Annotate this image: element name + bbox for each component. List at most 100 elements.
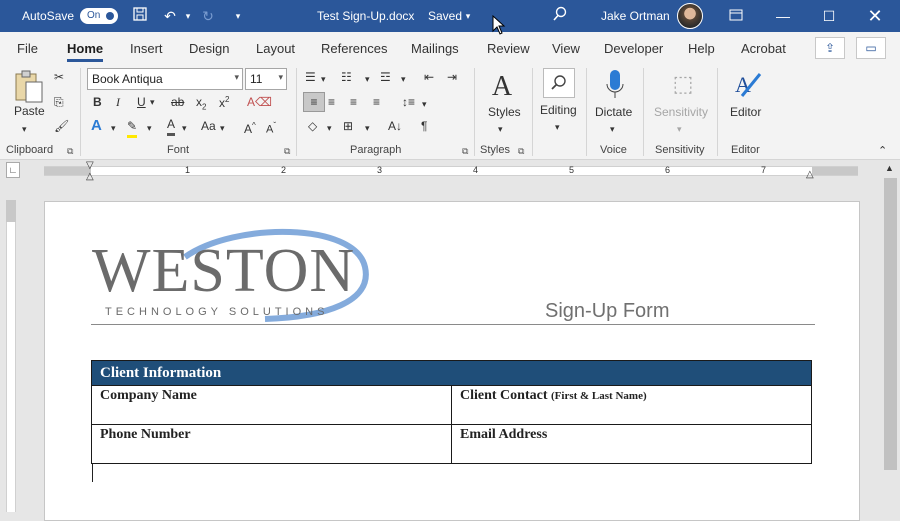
- maximize-icon[interactable]: ☐: [806, 0, 852, 32]
- avatar[interactable]: [677, 3, 703, 29]
- document-page[interactable]: WESTON TECHNOLOGY SOLUTIONS Sign-Up Form…: [44, 201, 860, 521]
- client-contact-cell[interactable]: Client Contact (First & Last Name): [451, 385, 812, 425]
- editor-icon[interactable]: A: [731, 68, 763, 100]
- align-right-icon[interactable]: ≡: [350, 93, 357, 111]
- cut-icon[interactable]: ✂: [54, 68, 64, 86]
- tab-mailings[interactable]: Mailings: [411, 41, 459, 56]
- clipboard-launcher-icon[interactable]: ⧉: [67, 146, 77, 156]
- scroll-up-icon[interactable]: ▲: [885, 162, 894, 174]
- increase-indent-icon[interactable]: ⇥: [447, 68, 457, 86]
- table-header[interactable]: Client Information: [91, 360, 812, 386]
- tab-review[interactable]: Review: [487, 41, 530, 56]
- sort-icon[interactable]: A↓: [388, 117, 402, 135]
- multilevel-list-icon[interactable]: ☲: [380, 68, 391, 86]
- multilevel-dropdown-icon[interactable]: ▾: [401, 70, 406, 88]
- save-status[interactable]: Saved: [428, 9, 462, 23]
- search-icon[interactable]: [550, 6, 570, 26]
- paste-button[interactable]: Paste: [14, 104, 45, 118]
- underline-icon[interactable]: U: [137, 93, 146, 111]
- tab-acrobat[interactable]: Acrobat: [741, 41, 786, 56]
- format-painter-icon[interactable]: 🖌: [54, 117, 69, 135]
- document-title[interactable]: Test Sign-Up.docx: [317, 9, 414, 23]
- subscript-icon[interactable]: x2: [196, 93, 206, 116]
- title-dropdown-icon[interactable]: ▾: [458, 6, 478, 26]
- borders-icon[interactable]: ⊞: [343, 117, 353, 135]
- dictate-button[interactable]: Dictate: [595, 105, 632, 119]
- comments-button[interactable]: ▭: [856, 37, 886, 59]
- justify-icon[interactable]: ≡: [373, 93, 380, 111]
- editing-button[interactable]: Editing: [540, 103, 577, 117]
- form-title[interactable]: Sign-Up Form: [545, 300, 669, 323]
- ribbon-display-icon[interactable]: [726, 6, 746, 26]
- styles-dropdown-icon[interactable]: ▾: [498, 120, 503, 138]
- highlight-dropdown-icon[interactable]: ▾: [147, 119, 152, 137]
- numbering-dropdown-icon[interactable]: ▾: [365, 70, 370, 88]
- editing-icon[interactable]: [543, 68, 575, 98]
- undo-dropdown-icon[interactable]: ▾: [178, 6, 198, 26]
- font-size-combo[interactable]: 11 ▾: [245, 68, 287, 90]
- change-case-dropdown-icon[interactable]: ▾: [220, 119, 225, 137]
- tab-view[interactable]: View: [552, 41, 580, 56]
- tab-insert[interactable]: Insert: [130, 41, 163, 56]
- paragraph-launcher-icon[interactable]: ⧉: [462, 146, 472, 156]
- tab-layout[interactable]: Layout: [256, 41, 295, 56]
- hanging-indent-marker[interactable]: △: [86, 171, 94, 183]
- shading-dropdown-icon[interactable]: ▾: [327, 119, 332, 137]
- scrollbar-thumb[interactable]: [884, 178, 897, 470]
- share-button[interactable]: ⇪: [815, 37, 845, 59]
- close-icon[interactable]: ✕: [852, 0, 898, 32]
- show-marks-icon[interactable]: ¶: [421, 117, 427, 135]
- autosave-toggle[interactable]: On: [80, 8, 118, 24]
- tab-developer[interactable]: Developer: [604, 41, 663, 56]
- shrink-font-icon[interactable]: Aˇ: [266, 117, 276, 139]
- paste-dropdown-icon[interactable]: ▾: [22, 120, 27, 138]
- right-indent-marker[interactable]: △: [806, 169, 814, 181]
- bold-icon[interactable]: B: [93, 93, 102, 111]
- tab-home[interactable]: Home: [67, 41, 104, 62]
- superscript-icon[interactable]: x2: [219, 91, 229, 112]
- vertical-scrollbar[interactable]: ▲: [882, 160, 900, 512]
- company-name-cell[interactable]: Company Name: [91, 385, 452, 425]
- dictate-dropdown-icon[interactable]: ▾: [610, 120, 615, 138]
- styles-button[interactable]: Styles: [488, 105, 521, 119]
- line-spacing-dropdown-icon[interactable]: ▾: [422, 95, 427, 113]
- paste-icon[interactable]: [12, 70, 46, 104]
- change-case-icon[interactable]: Aa: [201, 117, 216, 135]
- ruler-bar[interactable]: 1 2 3 4 5 6 7: [44, 165, 858, 176]
- borders-dropdown-icon[interactable]: ▾: [365, 119, 370, 137]
- text-effects-icon[interactable]: A: [91, 117, 102, 135]
- vertical-ruler-bar[interactable]: [6, 200, 16, 512]
- strikethrough-icon[interactable]: ab: [171, 93, 184, 111]
- bullets-dropdown-icon[interactable]: ▾: [321, 70, 326, 88]
- decrease-indent-icon[interactable]: ⇤: [424, 68, 434, 86]
- font-color-dropdown-icon[interactable]: ▾: [182, 119, 187, 137]
- highlight-icon[interactable]: ✎: [127, 117, 138, 138]
- tab-file[interactable]: File: [17, 41, 38, 56]
- editor-button[interactable]: Editor: [730, 105, 761, 119]
- email-address-cell[interactable]: Email Address: [451, 424, 812, 464]
- phone-number-cell[interactable]: Phone Number: [91, 424, 452, 464]
- italic-icon[interactable]: I: [116, 93, 120, 111]
- redo-icon[interactable]: ↻: [198, 6, 218, 26]
- tab-help[interactable]: Help: [688, 41, 715, 56]
- minimize-icon[interactable]: —: [760, 0, 806, 32]
- user-name[interactable]: Jake Ortman: [601, 9, 670, 23]
- customize-toolbar-icon[interactable]: ▾: [228, 6, 248, 26]
- align-left-icon[interactable]: ≡: [303, 92, 325, 112]
- copy-icon[interactable]: ⎘: [54, 93, 64, 111]
- microphone-icon[interactable]: [604, 68, 626, 100]
- line-spacing-icon[interactable]: ↕≡: [402, 93, 415, 111]
- client-info-table[interactable]: Client Information Company Name Client C…: [91, 360, 812, 464]
- editing-dropdown-icon[interactable]: ▾: [555, 118, 560, 136]
- numbering-icon[interactable]: ☷: [341, 68, 352, 86]
- font-color-icon[interactable]: A: [167, 115, 176, 136]
- styles-icon[interactable]: A: [485, 70, 519, 104]
- text-effects-dropdown-icon[interactable]: ▾: [111, 119, 116, 137]
- styles-launcher-icon[interactable]: ⧉: [518, 146, 528, 156]
- bullets-icon[interactable]: ☰: [305, 68, 316, 86]
- undo-icon[interactable]: ↶: [160, 6, 180, 26]
- tab-references[interactable]: References: [321, 41, 387, 56]
- collapse-ribbon-icon[interactable]: ⌃: [878, 142, 887, 160]
- grow-font-icon[interactable]: A^: [244, 117, 256, 138]
- align-center-icon[interactable]: ≡: [328, 93, 335, 111]
